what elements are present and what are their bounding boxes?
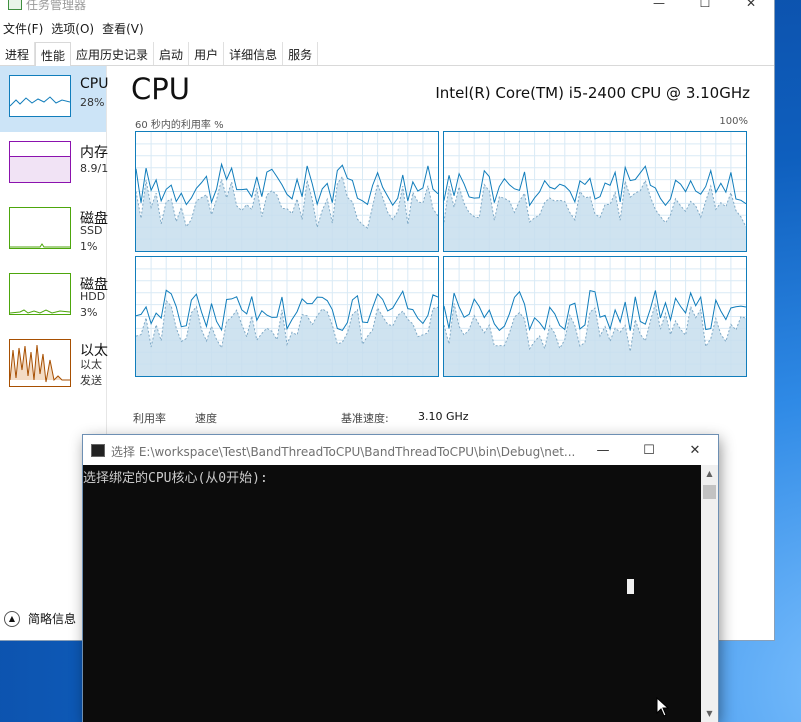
sidebar-item-value: 3% xyxy=(80,306,97,319)
scroll-up-icon[interactable]: ▲ xyxy=(701,465,718,482)
sidebar-item-memory[interactable]: 内存 8.9/1 xyxy=(0,132,106,198)
graph-max-label: 100% xyxy=(719,116,748,127)
window-title: 任务管理器 xyxy=(26,0,86,13)
console-minimize-button[interactable]: — xyxy=(580,435,626,465)
sidebar-item-value: 1% xyxy=(80,240,97,253)
scroll-down-icon[interactable]: ▼ xyxy=(701,705,718,722)
mouse-pointer-icon xyxy=(656,697,670,717)
sidebar-item-name: 内存 xyxy=(80,142,108,162)
ethernet-thumbnail-graph xyxy=(9,339,71,387)
menu-view[interactable]: 查看(V) xyxy=(99,18,149,38)
task-manager-icon xyxy=(8,0,22,10)
page-title: CPU xyxy=(131,72,190,106)
close-button[interactable]: ✕ xyxy=(728,0,774,14)
tab-processes[interactable]: 进程 xyxy=(0,42,35,65)
disk-hdd-thumbnail-graph xyxy=(9,273,71,315)
core-usage-plot xyxy=(444,257,746,376)
menu-options[interactable]: 选项(O) xyxy=(48,18,99,38)
base-speed-value: 3.10 GHz xyxy=(418,410,469,423)
sidebar-item-name: CPU xyxy=(80,76,108,92)
cpu-model-name: Intel(R) Core(TM) i5-2400 CPU @ 3.10GHz xyxy=(435,84,750,102)
console-maximize-button[interactable]: ☐ xyxy=(626,435,672,465)
graph-caption: 60 秒内的利用率 % xyxy=(135,116,224,131)
base-speed-label: 基准速度: xyxy=(341,410,389,426)
tab-app-history[interactable]: 应用历史记录 xyxy=(71,42,154,65)
minimize-button[interactable]: — xyxy=(636,0,682,14)
console-window: 选择 E:\workspace\Test\BandThreadToCPU\Ban… xyxy=(83,435,718,722)
sidebar-item-value: 8.9/1 xyxy=(80,162,108,175)
cpu-core-graph-3 xyxy=(443,256,747,377)
tab-startup[interactable]: 启动 xyxy=(154,42,189,65)
console-title: 选择 E:\workspace\Test\BandThreadToCPU\Ban… xyxy=(111,443,581,460)
disk-ssd-thumbnail-graph xyxy=(9,207,71,249)
memory-thumbnail-graph xyxy=(9,141,71,183)
cpu-core-graph-2 xyxy=(135,256,439,377)
sidebar-item-disk-ssd[interactable]: 磁盘 SSD 1% xyxy=(0,198,106,264)
console-icon xyxy=(91,444,105,457)
cpu-thumbnail-graph xyxy=(9,75,71,117)
sidebar-item-type: 以太 xyxy=(80,356,102,372)
utilization-label: 利用率 xyxy=(133,410,166,426)
maximize-button[interactable]: ☐ xyxy=(682,0,728,14)
sidebar-item-value: 发送 xyxy=(80,372,102,388)
core-usage-plot xyxy=(444,132,746,251)
cpu-core-graph-1 xyxy=(443,131,747,252)
console-close-button[interactable]: ✕ xyxy=(672,435,718,465)
core-usage-plot xyxy=(136,132,438,251)
sidebar-item-cpu[interactable]: CPU 28% xyxy=(0,66,106,132)
sidebar-item-ethernet[interactable]: 以太 以太 发送 xyxy=(0,330,106,396)
menu-bar: 文件(F) 选项(O) 查看(V) xyxy=(0,18,149,38)
title-bar[interactable]: 任务管理器 — ☐ ✕ xyxy=(0,0,774,14)
console-prompt: 选择绑定的CPU核心(从0开始): xyxy=(83,467,268,486)
console-scrollbar[interactable]: ▲ ▼ xyxy=(701,465,718,722)
cpu-core-graph-0 xyxy=(135,131,439,252)
scroll-thumb[interactable] xyxy=(703,485,716,499)
tab-details[interactable]: 详细信息 xyxy=(224,42,283,65)
console-output[interactable]: 选择绑定的CPU核心(从0开始): xyxy=(83,465,701,722)
text-cursor xyxy=(627,579,634,594)
console-title-bar[interactable]: 选择 E:\workspace\Test\BandThreadToCPU\Ban… xyxy=(83,435,718,465)
sidebar-item-type: HDD xyxy=(80,290,105,303)
menu-file[interactable]: 文件(F) xyxy=(0,18,48,38)
sidebar-item-value: 28% xyxy=(80,96,104,109)
tab-performance[interactable]: 性能 xyxy=(35,42,71,67)
speed-label: 速度 xyxy=(195,410,217,426)
sidebar-item-disk-hdd[interactable]: 磁盘 HDD 3% xyxy=(0,264,106,330)
tab-bar: 进程 性能 应用历史记录 启动 用户 详细信息 服务 xyxy=(0,42,774,66)
brief-info-toggle[interactable]: ▲ 简略信息 xyxy=(4,610,76,627)
core-usage-plot xyxy=(136,257,438,376)
tab-services[interactable]: 服务 xyxy=(283,42,318,65)
brief-info-label: 简略信息 xyxy=(28,610,76,627)
tab-users[interactable]: 用户 xyxy=(189,42,224,65)
sidebar-item-type: SSD xyxy=(80,224,102,237)
chevron-up-icon: ▲ xyxy=(4,611,20,627)
